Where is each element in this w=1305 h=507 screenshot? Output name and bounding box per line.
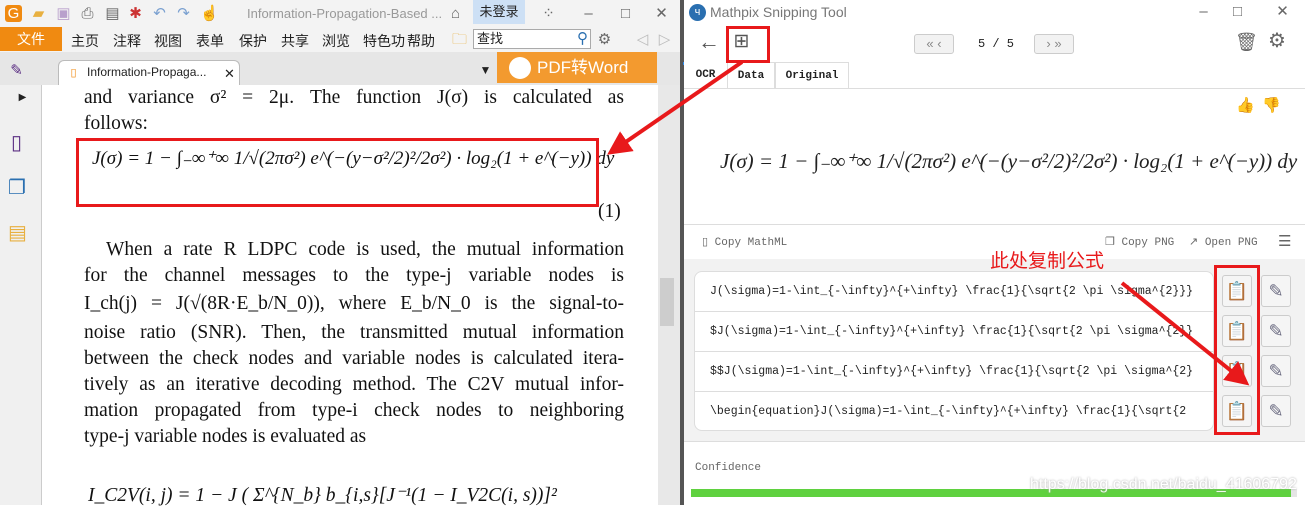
annotation-arrows bbox=[607, 60, 1250, 386]
arrow-to-copy bbox=[1120, 281, 1250, 386]
arrow-to-equation bbox=[607, 60, 744, 155]
